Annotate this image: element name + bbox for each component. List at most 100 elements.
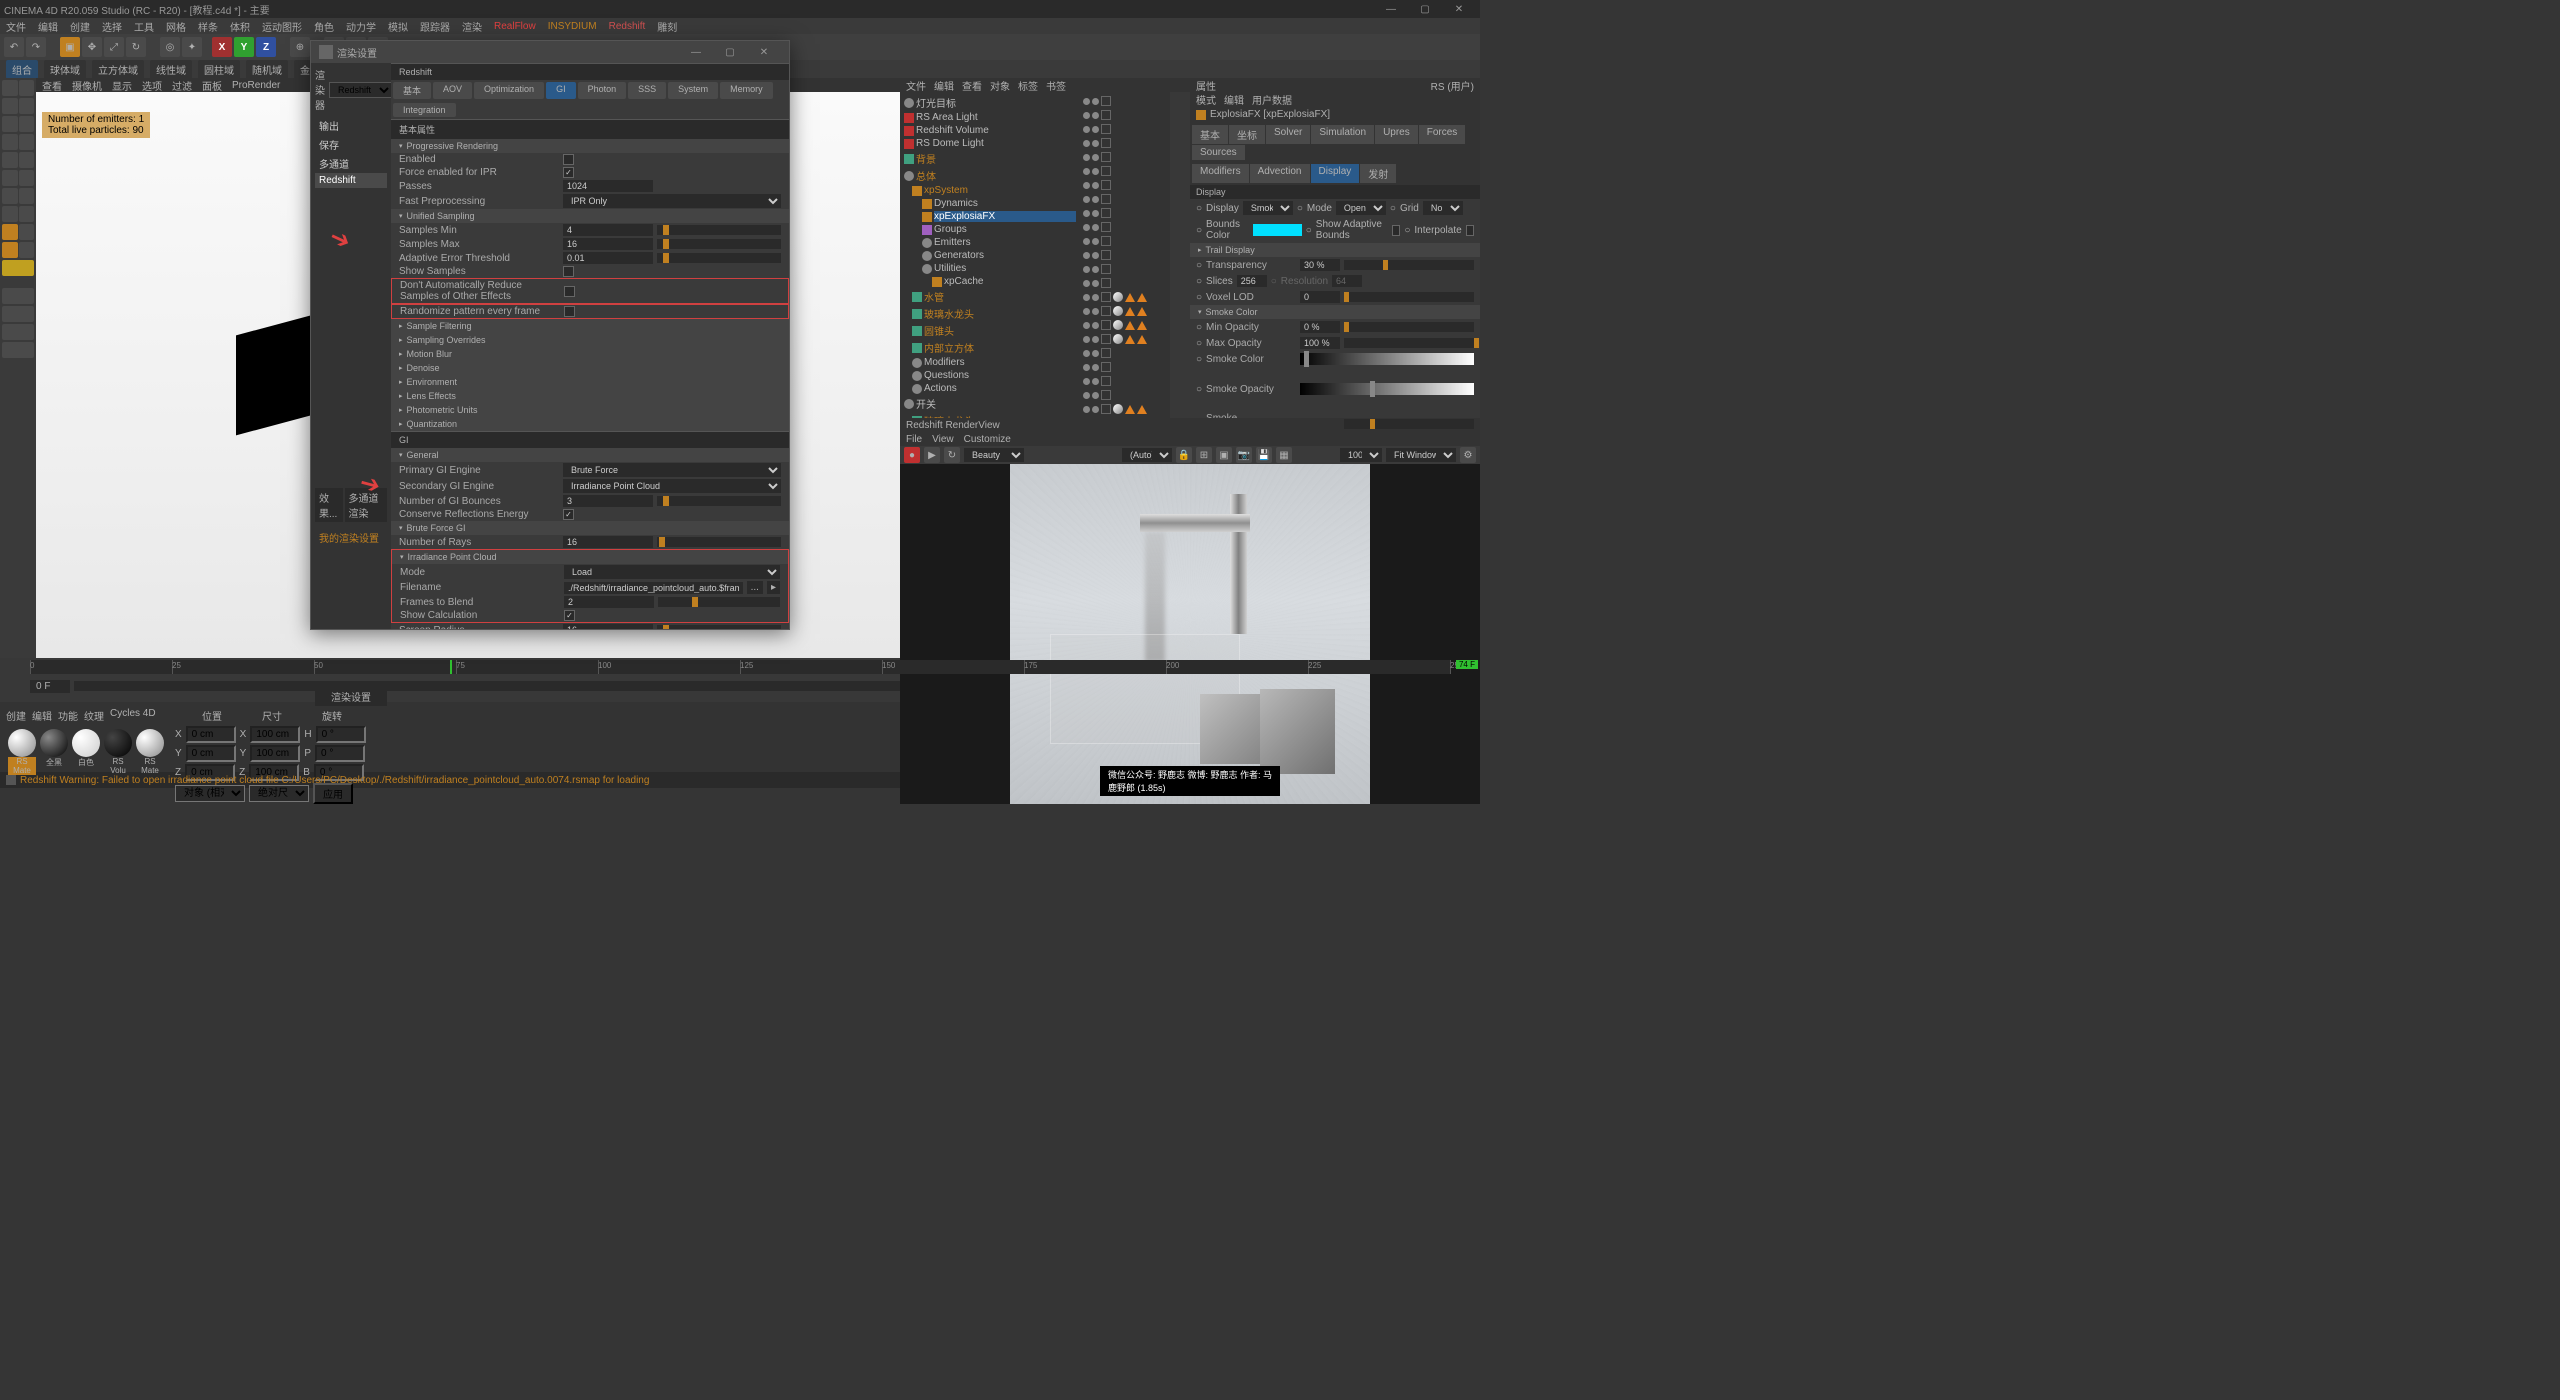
vis-dot-editor[interactable]	[1083, 336, 1090, 343]
render-image-area[interactable]: 微信公众号: 野鹿志 微博: 野鹿志 作者: 马鹿野郎 (1.85s)	[900, 464, 1480, 804]
menu-item[interactable]: 模拟	[388, 19, 408, 34]
mat-menu-item[interactable]: 功能	[58, 708, 78, 723]
vis-enable-check[interactable]	[1101, 222, 1111, 232]
smoke-trans-slider[interactable]	[1344, 419, 1474, 429]
vis-enable-check[interactable]	[1101, 138, 1111, 148]
move-tool[interactable]: ✥	[82, 37, 102, 57]
rv-aov-dropdown[interactable]: Beauty	[964, 448, 1024, 462]
attr-tab-forces[interactable]: Forces	[1419, 125, 1466, 144]
scene-object-name[interactable]: Utilities	[934, 263, 1076, 274]
voxel-lod-input[interactable]	[1300, 291, 1340, 303]
bounds-color-swatch[interactable]	[1253, 224, 1302, 236]
rot-input[interactable]	[315, 745, 365, 762]
pos-input[interactable]	[186, 745, 236, 762]
scene-vis-row[interactable]	[1082, 346, 1168, 360]
tab-memory[interactable]: Memory	[720, 82, 773, 99]
vis-enable-check[interactable]	[1101, 334, 1111, 344]
tag-icon[interactable]	[1125, 307, 1135, 316]
scene-object-name[interactable]: Emitters	[934, 237, 1076, 248]
vis-dot-render[interactable]	[1092, 168, 1099, 175]
vis-enable-check[interactable]	[1101, 264, 1111, 274]
vis-enable-check[interactable]	[1101, 320, 1111, 330]
scene-tree-row[interactable]: xpSystem	[902, 184, 1078, 197]
layout-button[interactable]	[2, 324, 34, 340]
close-button[interactable]: ✕	[1442, 1, 1476, 17]
layout-button[interactable]	[2, 288, 34, 304]
render-settings-footer-button[interactable]: 渲染设置	[315, 687, 387, 706]
scene-tree-row[interactable]: Redshift Volume	[902, 124, 1078, 137]
tag-icon[interactable]	[1125, 293, 1135, 302]
rv-region-button[interactable]: ▣	[1216, 447, 1232, 463]
rv-menu-file[interactable]: File	[906, 434, 922, 445]
tag-icon[interactable]	[1125, 405, 1135, 414]
number-input[interactable]	[563, 624, 653, 629]
object-mode-icon[interactable]	[2, 80, 18, 96]
vis-dot-editor[interactable]	[1083, 252, 1090, 259]
tool-icon[interactable]	[2, 152, 18, 168]
menu-item[interactable]: 样条	[198, 19, 218, 34]
checkbox[interactable]	[564, 306, 575, 317]
vis-dot-editor[interactable]	[1083, 350, 1090, 357]
scene-tree-row[interactable]: RS Area Light	[902, 111, 1078, 124]
number-input[interactable]	[563, 536, 653, 548]
vis-dot-editor[interactable]	[1083, 406, 1090, 413]
scene-tree-row[interactable]: xpCache	[902, 275, 1078, 288]
tool-icon[interactable]	[2, 170, 18, 186]
vis-dot-editor[interactable]	[1083, 112, 1090, 119]
attr-menu-item[interactable]: 编辑	[1224, 92, 1244, 107]
select-tool[interactable]: ▣	[60, 37, 80, 57]
vis-dot-editor[interactable]	[1083, 196, 1090, 203]
scene-object-name[interactable]: 背景	[916, 151, 1076, 166]
scene-vis-row[interactable]	[1082, 374, 1168, 388]
menu-item[interactable]: 选择	[102, 19, 122, 34]
attr-tab-modifiers[interactable]: Modifiers	[1192, 164, 1249, 183]
scene-vis-row[interactable]	[1082, 304, 1168, 318]
scene-vis-row[interactable]	[1082, 150, 1168, 164]
scene-tree-row[interactable]: 圆锥头	[902, 322, 1078, 339]
dropdown[interactable]: IPR Only	[563, 194, 781, 208]
attr-tab-display[interactable]: Display	[1311, 164, 1360, 183]
scene-object-name[interactable]: Generators	[934, 250, 1076, 261]
sub-item[interactable]: 立方体域	[92, 60, 144, 79]
smoke-color-gradient[interactable]	[1300, 353, 1474, 365]
mat-menu-item[interactable]: Cycles 4D	[110, 708, 156, 723]
vis-dot-editor[interactable]	[1083, 364, 1090, 371]
object-visibility-column[interactable]	[1080, 92, 1170, 432]
menu-item[interactable]: 渲染	[462, 19, 482, 34]
vis-enable-check[interactable]	[1101, 208, 1111, 218]
pos-input[interactable]	[186, 726, 236, 743]
sub-item[interactable]: 随机域	[246, 60, 288, 79]
layout-button[interactable]	[2, 342, 34, 358]
size-input[interactable]	[250, 745, 300, 762]
point-mode-icon[interactable]	[2, 116, 18, 132]
scale-tool[interactable]: ⤢	[104, 37, 124, 57]
vis-enable-check[interactable]	[1101, 348, 1111, 358]
renderer-dropdown[interactable]: Redshift	[329, 82, 393, 98]
vis-dot-render[interactable]	[1092, 252, 1099, 259]
tool-icon[interactable]	[2, 206, 18, 222]
dialog-maximize-button[interactable]: ▢	[713, 44, 747, 60]
scene-object-name[interactable]: 圆锥头	[924, 323, 1076, 338]
menu-item[interactable]: 角色	[314, 19, 334, 34]
coord-apply-button[interactable]: 应用	[313, 783, 353, 804]
scene-object-name[interactable]: Modifiers	[924, 357, 1076, 368]
scene-vis-row[interactable]	[1082, 318, 1168, 332]
material-tag[interactable]	[1113, 404, 1123, 414]
effects-button[interactable]: 效果...	[315, 488, 343, 522]
section-header[interactable]: Quantization	[391, 417, 789, 431]
tab-integration[interactable]: Integration	[393, 103, 456, 117]
viewport-menu-item[interactable]: 选项	[142, 78, 162, 93]
tab-optimization[interactable]: Optimization	[474, 82, 544, 99]
scene-tree-row[interactable]: Generators	[902, 249, 1078, 262]
scene-object-name[interactable]: Groups	[934, 224, 1076, 235]
scene-tree-row[interactable]: 内部立方体	[902, 339, 1078, 356]
layout-button[interactable]	[2, 306, 34, 322]
tab-basic[interactable]: 基本	[393, 82, 431, 99]
coord-system-button[interactable]: ⊕	[290, 37, 310, 57]
scene-tree-row[interactable]: Groups	[902, 223, 1078, 236]
scene-vis-row[interactable]	[1082, 234, 1168, 248]
scene-object-name[interactable]: xpCache	[944, 276, 1076, 287]
menu-item[interactable]: 雕刻	[657, 19, 677, 34]
menu-item[interactable]: 网格	[166, 19, 186, 34]
timeline-ruler[interactable]: 025507510012515017520022525074 F	[30, 660, 1450, 674]
